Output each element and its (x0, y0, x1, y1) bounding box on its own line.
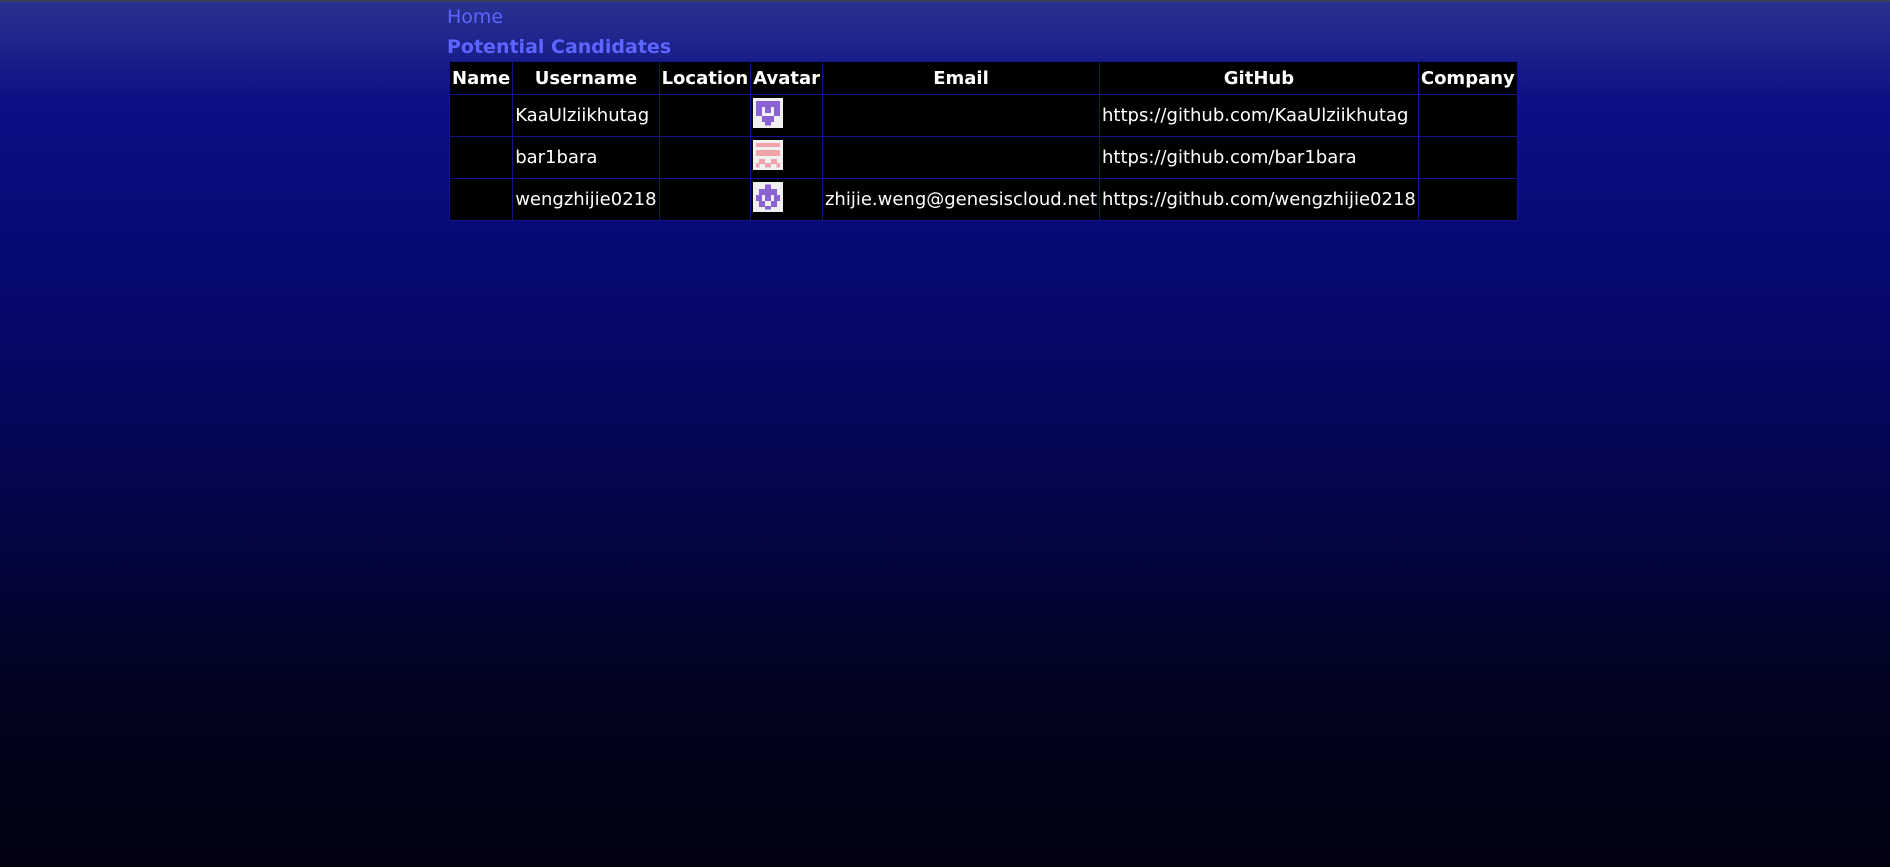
header-github: GitHub (1099, 61, 1419, 95)
cell-company (1417, 94, 1518, 137)
cell-company (1417, 136, 1518, 179)
cell-location (658, 94, 752, 137)
cell-github: https://github.com/KaaUlziikhutag (1099, 94, 1419, 137)
cell-github: https://github.com/wengzhijie0218 (1099, 178, 1419, 221)
table-row: bar1bara https://github.com/bar1bara (448, 136, 1518, 179)
github-link[interactable]: https://github.com/bar1bara (1102, 147, 1357, 168)
home-link[interactable]: Home (447, 6, 1518, 28)
cell-avatar (750, 136, 823, 179)
top-border (0, 0, 1890, 2)
cell-email (821, 94, 1101, 137)
cell-username: wengzhijie0218 (512, 178, 660, 221)
cell-company (1417, 178, 1518, 221)
header-location: Location (658, 61, 752, 95)
candidates-table: Name Username Location Avatar Email GitH… (448, 61, 1518, 221)
cell-name (448, 94, 514, 137)
header-name: Name (448, 61, 514, 95)
cell-avatar (750, 94, 823, 137)
header-avatar: Avatar (750, 61, 823, 95)
avatar-identicon-icon (753, 181, 784, 212)
table-header-row: Name Username Location Avatar Email GitH… (448, 61, 1518, 95)
cell-email: zhijie.weng@genesiscloud.net (821, 178, 1101, 221)
github-link[interactable]: https://github.com/wengzhijie0218 (1102, 189, 1416, 210)
cell-email (821, 136, 1101, 179)
cell-location (658, 136, 752, 179)
avatar-identicon-icon (753, 139, 784, 170)
cell-github: https://github.com/bar1bara (1099, 136, 1419, 179)
cell-username: bar1bara (512, 136, 660, 179)
page-container: Home Potential Candidates Name Username … (447, 6, 1518, 221)
page-title: Potential Candidates (447, 36, 672, 58)
cell-username: KaaUlziikhutag (512, 94, 660, 137)
cell-name (448, 178, 514, 221)
cell-location (658, 178, 752, 221)
header-company: Company (1417, 61, 1518, 95)
cell-avatar (750, 178, 823, 221)
header-username: Username (512, 61, 660, 95)
github-link[interactable]: https://github.com/KaaUlziikhutag (1102, 105, 1408, 126)
cell-name (448, 136, 514, 179)
avatar-identicon-icon (753, 97, 784, 128)
header-email: Email (821, 61, 1101, 95)
table-row: KaaUlziikhutag https://github.com/KaaUlz… (448, 94, 1518, 137)
table-row: wengzhijie0218 zhijie.weng@genesiscloud.… (448, 178, 1518, 221)
